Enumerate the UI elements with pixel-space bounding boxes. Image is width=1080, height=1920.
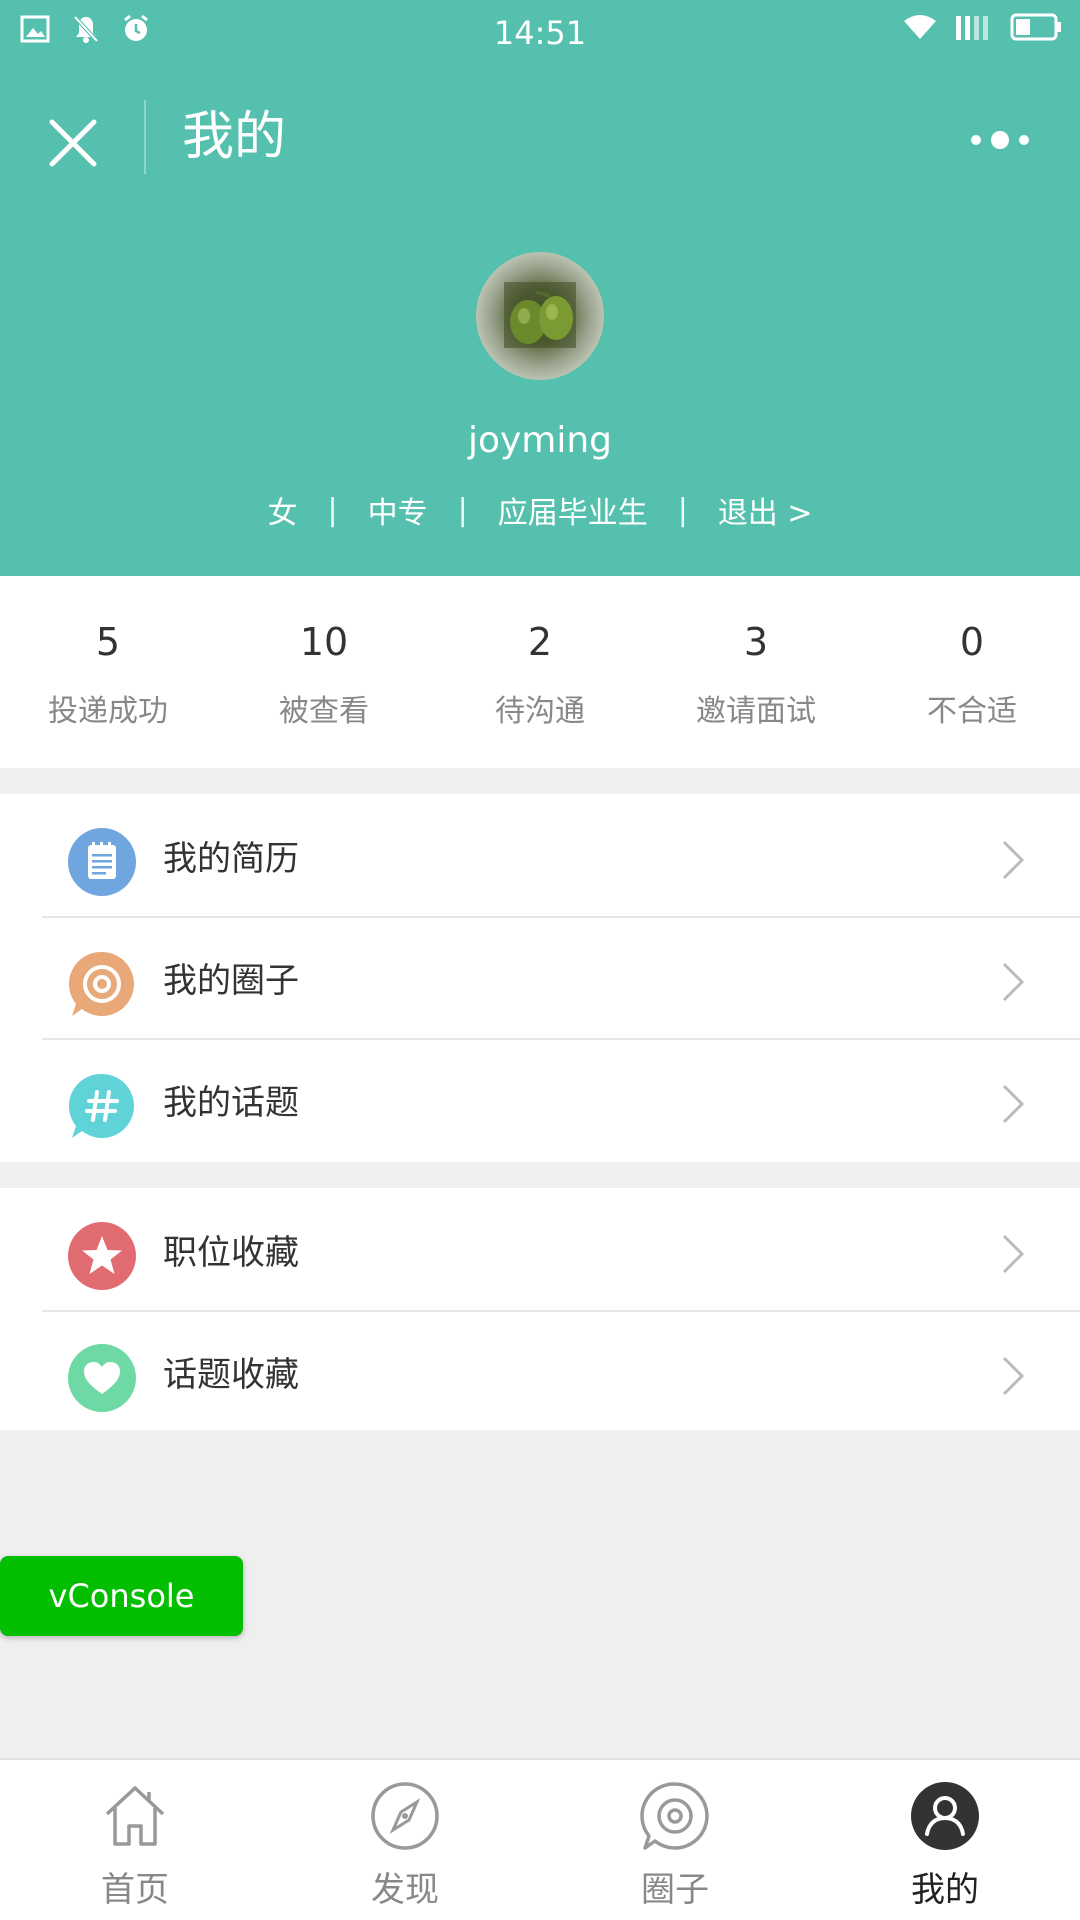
stat-value: 3	[743, 620, 769, 664]
menu-item-label: 职位收藏	[163, 1232, 299, 1273]
battery-icon	[1010, 13, 1061, 41]
signal-icon	[956, 16, 988, 40]
circle-icon	[640, 1782, 709, 1850]
star-icon	[68, 1222, 136, 1290]
menu-item-my-topics[interactable]: 我的话题	[0, 1038, 1080, 1160]
more-dot-icon	[1019, 135, 1029, 145]
stat-value: 5	[95, 620, 121, 664]
application-stats: 5 投递成功 10 被查看 2 待沟通 3 邀请面试 0 不合适	[0, 576, 1080, 768]
nav-divider	[144, 100, 146, 174]
gender-tag: 女	[267, 496, 298, 531]
username: joyming	[467, 420, 613, 461]
status-tag: 应届毕业生	[497, 496, 648, 531]
tab-mine[interactable]: 我的	[810, 1760, 1080, 1920]
menu-item-label: 我的话题	[163, 1082, 299, 1123]
chevron-right-icon	[1002, 962, 1025, 1002]
menu-item-topic-favorites[interactable]: 话题收藏	[0, 1310, 1080, 1432]
more-dot-icon	[991, 131, 1009, 149]
tag-separator: |	[457, 492, 468, 528]
tab-label: 我的	[911, 1870, 979, 1910]
chevron-right-icon	[1002, 840, 1025, 880]
profile-header: 14:51 我的 joyming 女 | 中专 | 应届毕业生 | 退出 >	[0, 0, 1080, 576]
status-bar: 14:51	[0, 0, 1080, 68]
hashtag-icon	[68, 1073, 134, 1138]
avatar-image	[504, 282, 576, 348]
status-icons-right	[902, 12, 1062, 42]
tab-label: 首页	[101, 1870, 169, 1910]
chevron-right-icon	[1002, 1234, 1025, 1274]
more-dot-icon	[971, 135, 981, 145]
tag-separator: |	[677, 492, 688, 528]
stat-rejected[interactable]: 0 不合适	[864, 576, 1080, 768]
close-button[interactable]	[38, 108, 108, 178]
tab-home[interactable]: 首页	[0, 1760, 270, 1920]
menu-group-personal: 我的简历 我的圈子 我的话题	[0, 794, 1080, 1162]
stat-label: 被查看	[279, 694, 369, 729]
stat-delivered[interactable]: 5 投递成功	[0, 576, 216, 768]
chevron-right-icon	[1002, 1356, 1025, 1396]
menu-group-favorites: 职位收藏 话题收藏	[0, 1188, 1080, 1430]
stat-label: 邀请面试	[696, 694, 816, 729]
user-icon	[911, 1782, 979, 1850]
stat-value: 10	[299, 620, 349, 664]
tab-label: 发现	[371, 1870, 439, 1910]
stat-value: 2	[527, 620, 553, 664]
avatar[interactable]	[476, 252, 604, 380]
circle-icon	[68, 951, 134, 1016]
bottom-tab-bar: 首页 发现 圈子 我的	[0, 1758, 1080, 1920]
logout-link[interactable]: 退出 >	[718, 488, 813, 532]
home-icon	[105, 1786, 165, 1846]
menu-item-job-favorites[interactable]: 职位收藏	[0, 1188, 1080, 1310]
compass-icon	[371, 1782, 439, 1850]
close-icon	[49, 119, 97, 167]
stat-viewed[interactable]: 10 被查看	[216, 576, 432, 768]
tab-discover[interactable]: 发现	[270, 1760, 540, 1920]
more-options-button[interactable]	[960, 120, 1040, 160]
menu-item-label: 话题收藏	[163, 1354, 299, 1395]
menu-item-resume[interactable]: 我的简历	[0, 794, 1080, 916]
stat-interview[interactable]: 3 邀请面试	[648, 576, 864, 768]
chevron-right-icon	[1002, 1084, 1025, 1124]
stat-value: 0	[959, 620, 985, 664]
wifi-icon	[904, 15, 936, 39]
stat-label: 投递成功	[48, 694, 168, 729]
menu-item-label: 我的圈子	[163, 960, 299, 1001]
stat-pending[interactable]: 2 待沟通	[432, 576, 648, 768]
menu-item-label: 我的简历	[163, 838, 299, 879]
tab-circle[interactable]: 圈子	[540, 1760, 810, 1920]
tag-separator: |	[327, 492, 338, 528]
heart-icon	[68, 1344, 136, 1412]
profile-tags: 女 | 中专 | 应届毕业生 | 退出 >	[0, 488, 1080, 532]
resume-icon	[68, 828, 136, 896]
navbar: 我的	[0, 90, 1080, 186]
stat-label: 不合适	[927, 694, 1017, 729]
vconsole-button[interactable]: vConsole	[0, 1556, 243, 1636]
menu-item-my-circle[interactable]: 我的圈子	[0, 916, 1080, 1038]
education-tag: 中专	[367, 496, 428, 531]
stat-label: 待沟通	[495, 694, 585, 729]
tab-label: 圈子	[641, 1870, 709, 1910]
page-title: 我的	[182, 107, 287, 167]
